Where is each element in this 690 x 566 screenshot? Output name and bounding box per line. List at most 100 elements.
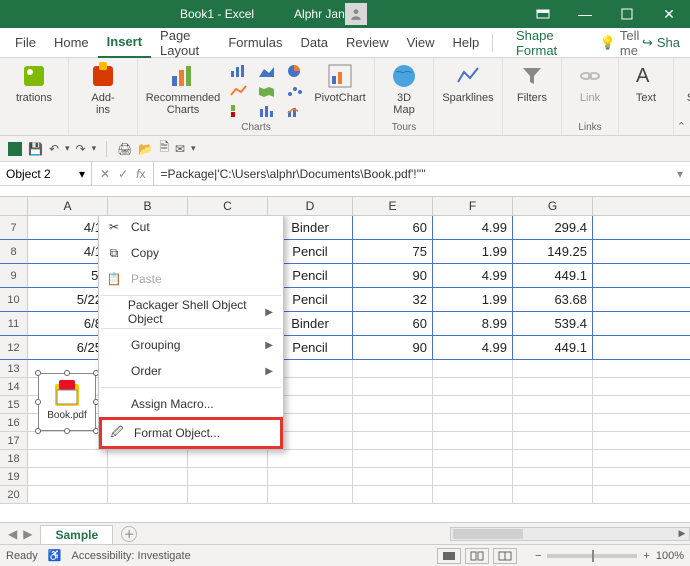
- cell[interactable]: [353, 378, 433, 395]
- cell[interactable]: 4/1: [28, 240, 108, 263]
- embedded-object[interactable]: Book.pdf: [38, 373, 96, 431]
- cell[interactable]: [353, 486, 433, 503]
- email-icon[interactable]: ✉: [175, 142, 185, 156]
- scroll-right[interactable]: ▶: [675, 528, 689, 540]
- row-header[interactable]: 14: [0, 378, 28, 395]
- chart-win-icon[interactable]: [228, 102, 250, 120]
- print-icon[interactable]: 🖨: [117, 142, 132, 156]
- row-header[interactable]: 17: [0, 432, 28, 449]
- row-header[interactable]: 20: [0, 486, 28, 503]
- col-C[interactable]: C: [188, 197, 268, 215]
- col-D[interactable]: D: [268, 197, 353, 215]
- col-F[interactable]: F: [433, 197, 513, 215]
- illustrations-button[interactable]: trations: [6, 62, 62, 118]
- tab-home[interactable]: Home: [45, 28, 98, 58]
- cell[interactable]: 60: [353, 216, 433, 239]
- cell[interactable]: [353, 450, 433, 467]
- status-accessibility[interactable]: Accessibility: Investigate: [72, 550, 191, 562]
- table-row[interactable]: 18: [0, 450, 690, 468]
- zoom-out[interactable]: −: [535, 550, 541, 562]
- text-button[interactable]: A Text: [625, 62, 667, 118]
- name-box-dropdown[interactable]: ▾: [79, 167, 85, 181]
- tab-insert[interactable]: Insert: [98, 28, 151, 58]
- cell[interactable]: 75: [353, 240, 433, 263]
- sparklines-button[interactable]: Sparklines: [440, 62, 496, 118]
- row-header[interactable]: 11: [0, 312, 28, 335]
- cell[interactable]: [433, 378, 513, 395]
- chart-combo-icon[interactable]: [284, 102, 306, 120]
- col-E[interactable]: E: [353, 197, 433, 215]
- share-button[interactable]: ↪ Sha: [642, 35, 684, 51]
- zoom-level[interactable]: 100%: [656, 550, 684, 562]
- row-header[interactable]: 16: [0, 414, 28, 431]
- chart-scatter-icon[interactable]: [284, 82, 306, 100]
- cell[interactable]: 4.99: [433, 336, 513, 359]
- cell[interactable]: [513, 432, 593, 449]
- formula-input[interactable]: =Package|'C:\Users\alphr\Documents\Book.…: [154, 162, 670, 185]
- cell[interactable]: [353, 468, 433, 485]
- cell[interactable]: 1.99: [433, 240, 513, 263]
- ctx-grouping[interactable]: Grouping ▶: [99, 332, 283, 358]
- cell[interactable]: 1.99: [433, 288, 513, 311]
- chart-bar-icon[interactable]: [228, 62, 250, 80]
- cell[interactable]: [108, 486, 188, 503]
- undo-icon[interactable]: ↶: [49, 142, 59, 156]
- ribbon-display-options[interactable]: [522, 0, 564, 28]
- row-header[interactable]: 10: [0, 288, 28, 311]
- zoom-in[interactable]: +: [643, 550, 649, 562]
- cell[interactable]: [28, 486, 108, 503]
- row-header[interactable]: 9: [0, 264, 28, 287]
- cell[interactable]: 449.1: [513, 336, 593, 359]
- cell[interactable]: [513, 450, 593, 467]
- chart-line-icon[interactable]: [228, 82, 250, 100]
- cell[interactable]: [513, 486, 593, 503]
- save-icon[interactable]: 💾: [28, 142, 43, 156]
- tab-data[interactable]: Data: [292, 28, 337, 58]
- chart-area-icon[interactable]: [256, 62, 278, 80]
- open-icon[interactable]: 📂: [138, 142, 153, 156]
- chart-hist-icon[interactable]: [256, 102, 278, 120]
- cell[interactable]: [28, 432, 108, 449]
- symbols-button[interactable]: Ω Symbols: [680, 62, 690, 118]
- expand-formula-bar[interactable]: ▾: [670, 162, 690, 185]
- row-header[interactable]: 18: [0, 450, 28, 467]
- view-page-break[interactable]: [493, 548, 517, 564]
- collapse-ribbon-icon[interactable]: ⌃: [677, 120, 686, 133]
- cell[interactable]: 539.4: [513, 312, 593, 335]
- cell[interactable]: [268, 450, 353, 467]
- ctx-format-object[interactable]: 🖉 Format Object...: [102, 420, 280, 446]
- cell[interactable]: 5/: [28, 264, 108, 287]
- cell[interactable]: 6/25: [28, 336, 108, 359]
- window-max[interactable]: [606, 0, 648, 28]
- cell[interactable]: [513, 414, 593, 431]
- cell[interactable]: [28, 450, 108, 467]
- cell[interactable]: [513, 396, 593, 413]
- cell[interactable]: [108, 450, 188, 467]
- row-header[interactable]: 8: [0, 240, 28, 263]
- row-header[interactable]: 19: [0, 468, 28, 485]
- cell[interactable]: [433, 396, 513, 413]
- sheet-nav-prev[interactable]: ◀: [8, 527, 17, 541]
- row-header[interactable]: 13: [0, 360, 28, 377]
- cell[interactable]: [108, 468, 188, 485]
- horizontal-scrollbar[interactable]: ◀ ▶: [450, 527, 690, 541]
- cell[interactable]: 149.25: [513, 240, 593, 263]
- tab-file[interactable]: File: [6, 28, 45, 58]
- ctx-assign-macro[interactable]: Assign Macro...: [99, 391, 283, 417]
- cell[interactable]: [433, 414, 513, 431]
- select-all-corner[interactable]: [0, 197, 28, 215]
- view-normal[interactable]: [437, 548, 461, 564]
- ctx-order[interactable]: Order ▶: [99, 358, 283, 384]
- cell[interactable]: [353, 414, 433, 431]
- cell[interactable]: [433, 486, 513, 503]
- cell[interactable]: [513, 378, 593, 395]
- row-header[interactable]: 12: [0, 336, 28, 359]
- cancel-icon[interactable]: ✕: [100, 167, 110, 181]
- tab-review[interactable]: Review: [337, 28, 398, 58]
- cell[interactable]: [433, 450, 513, 467]
- tab-help[interactable]: Help: [444, 28, 489, 58]
- row-header[interactable]: 15: [0, 396, 28, 413]
- cell[interactable]: [433, 432, 513, 449]
- chart-pie-icon[interactable]: [284, 62, 306, 80]
- scroll-thumb[interactable]: [453, 529, 523, 539]
